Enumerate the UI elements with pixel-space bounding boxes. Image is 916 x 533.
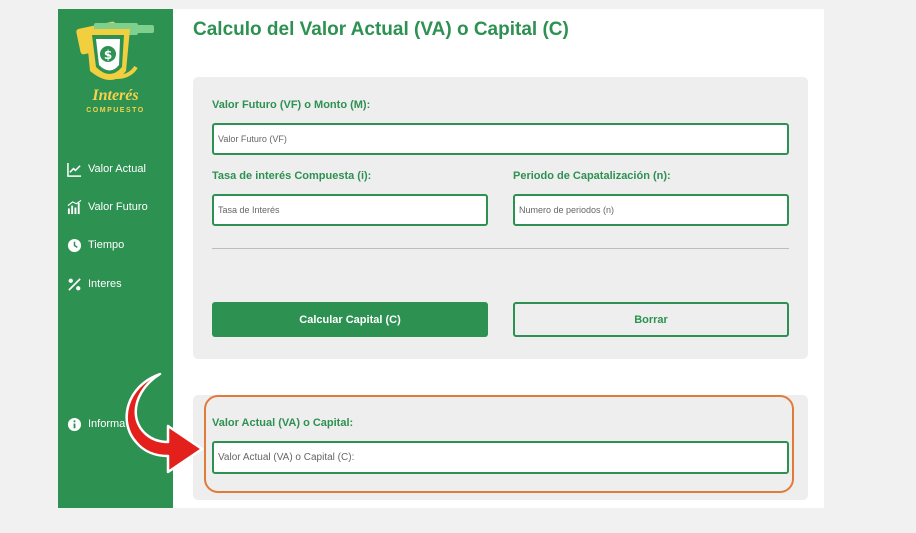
sidebar-item-label: Valor Futuro	[88, 201, 148, 213]
sidebar-item-interes[interactable]: Interes	[67, 274, 122, 294]
clear-button[interactable]: Borrar	[513, 302, 789, 337]
sidebar-item-tiempo[interactable]: Tiempo	[67, 235, 124, 255]
bar-chart-icon	[67, 199, 82, 214]
calculate-capital-button[interactable]: Calcular Capital (C)	[212, 302, 488, 337]
periods-label: Periodo de Capatalización (n):	[513, 170, 671, 182]
future-value-input[interactable]	[212, 123, 789, 155]
result-highlight-outline	[204, 395, 794, 493]
sidebar-item-valor-actual[interactable]: Valor Actual	[67, 159, 146, 179]
sidebar-item-label: Tiempo	[88, 239, 125, 251]
clock-icon	[67, 238, 82, 252]
logo-title: Interés	[92, 87, 139, 104]
sidebar-item-valor-futuro[interactable]: Valor Futuro	[67, 197, 148, 217]
periods-input[interactable]	[513, 194, 789, 226]
sidebar-item-label: Valor Actual	[88, 163, 146, 175]
sidebar-item-label: Interes	[88, 278, 122, 290]
input-form-card: Valor Futuro (VF) o Monto (M): Tasa de i…	[193, 77, 808, 359]
interest-rate-input[interactable]	[212, 194, 488, 226]
line-chart-icon	[67, 162, 82, 177]
page-title: Calculo del Valor Actual (VA) o Capital …	[193, 19, 569, 40]
form-divider	[212, 248, 789, 249]
interest-rate-label: Tasa de interés Compuesta (i):	[212, 170, 372, 182]
svg-text:$: $	[104, 48, 112, 62]
red-arrow-icon	[125, 372, 204, 474]
logo-subtitle: COMPUESTO	[86, 107, 145, 114]
info-icon	[67, 417, 82, 431]
future-value-label: Valor Futuro (VF) o Monto (M):	[212, 99, 371, 111]
percent-icon	[68, 277, 81, 291]
